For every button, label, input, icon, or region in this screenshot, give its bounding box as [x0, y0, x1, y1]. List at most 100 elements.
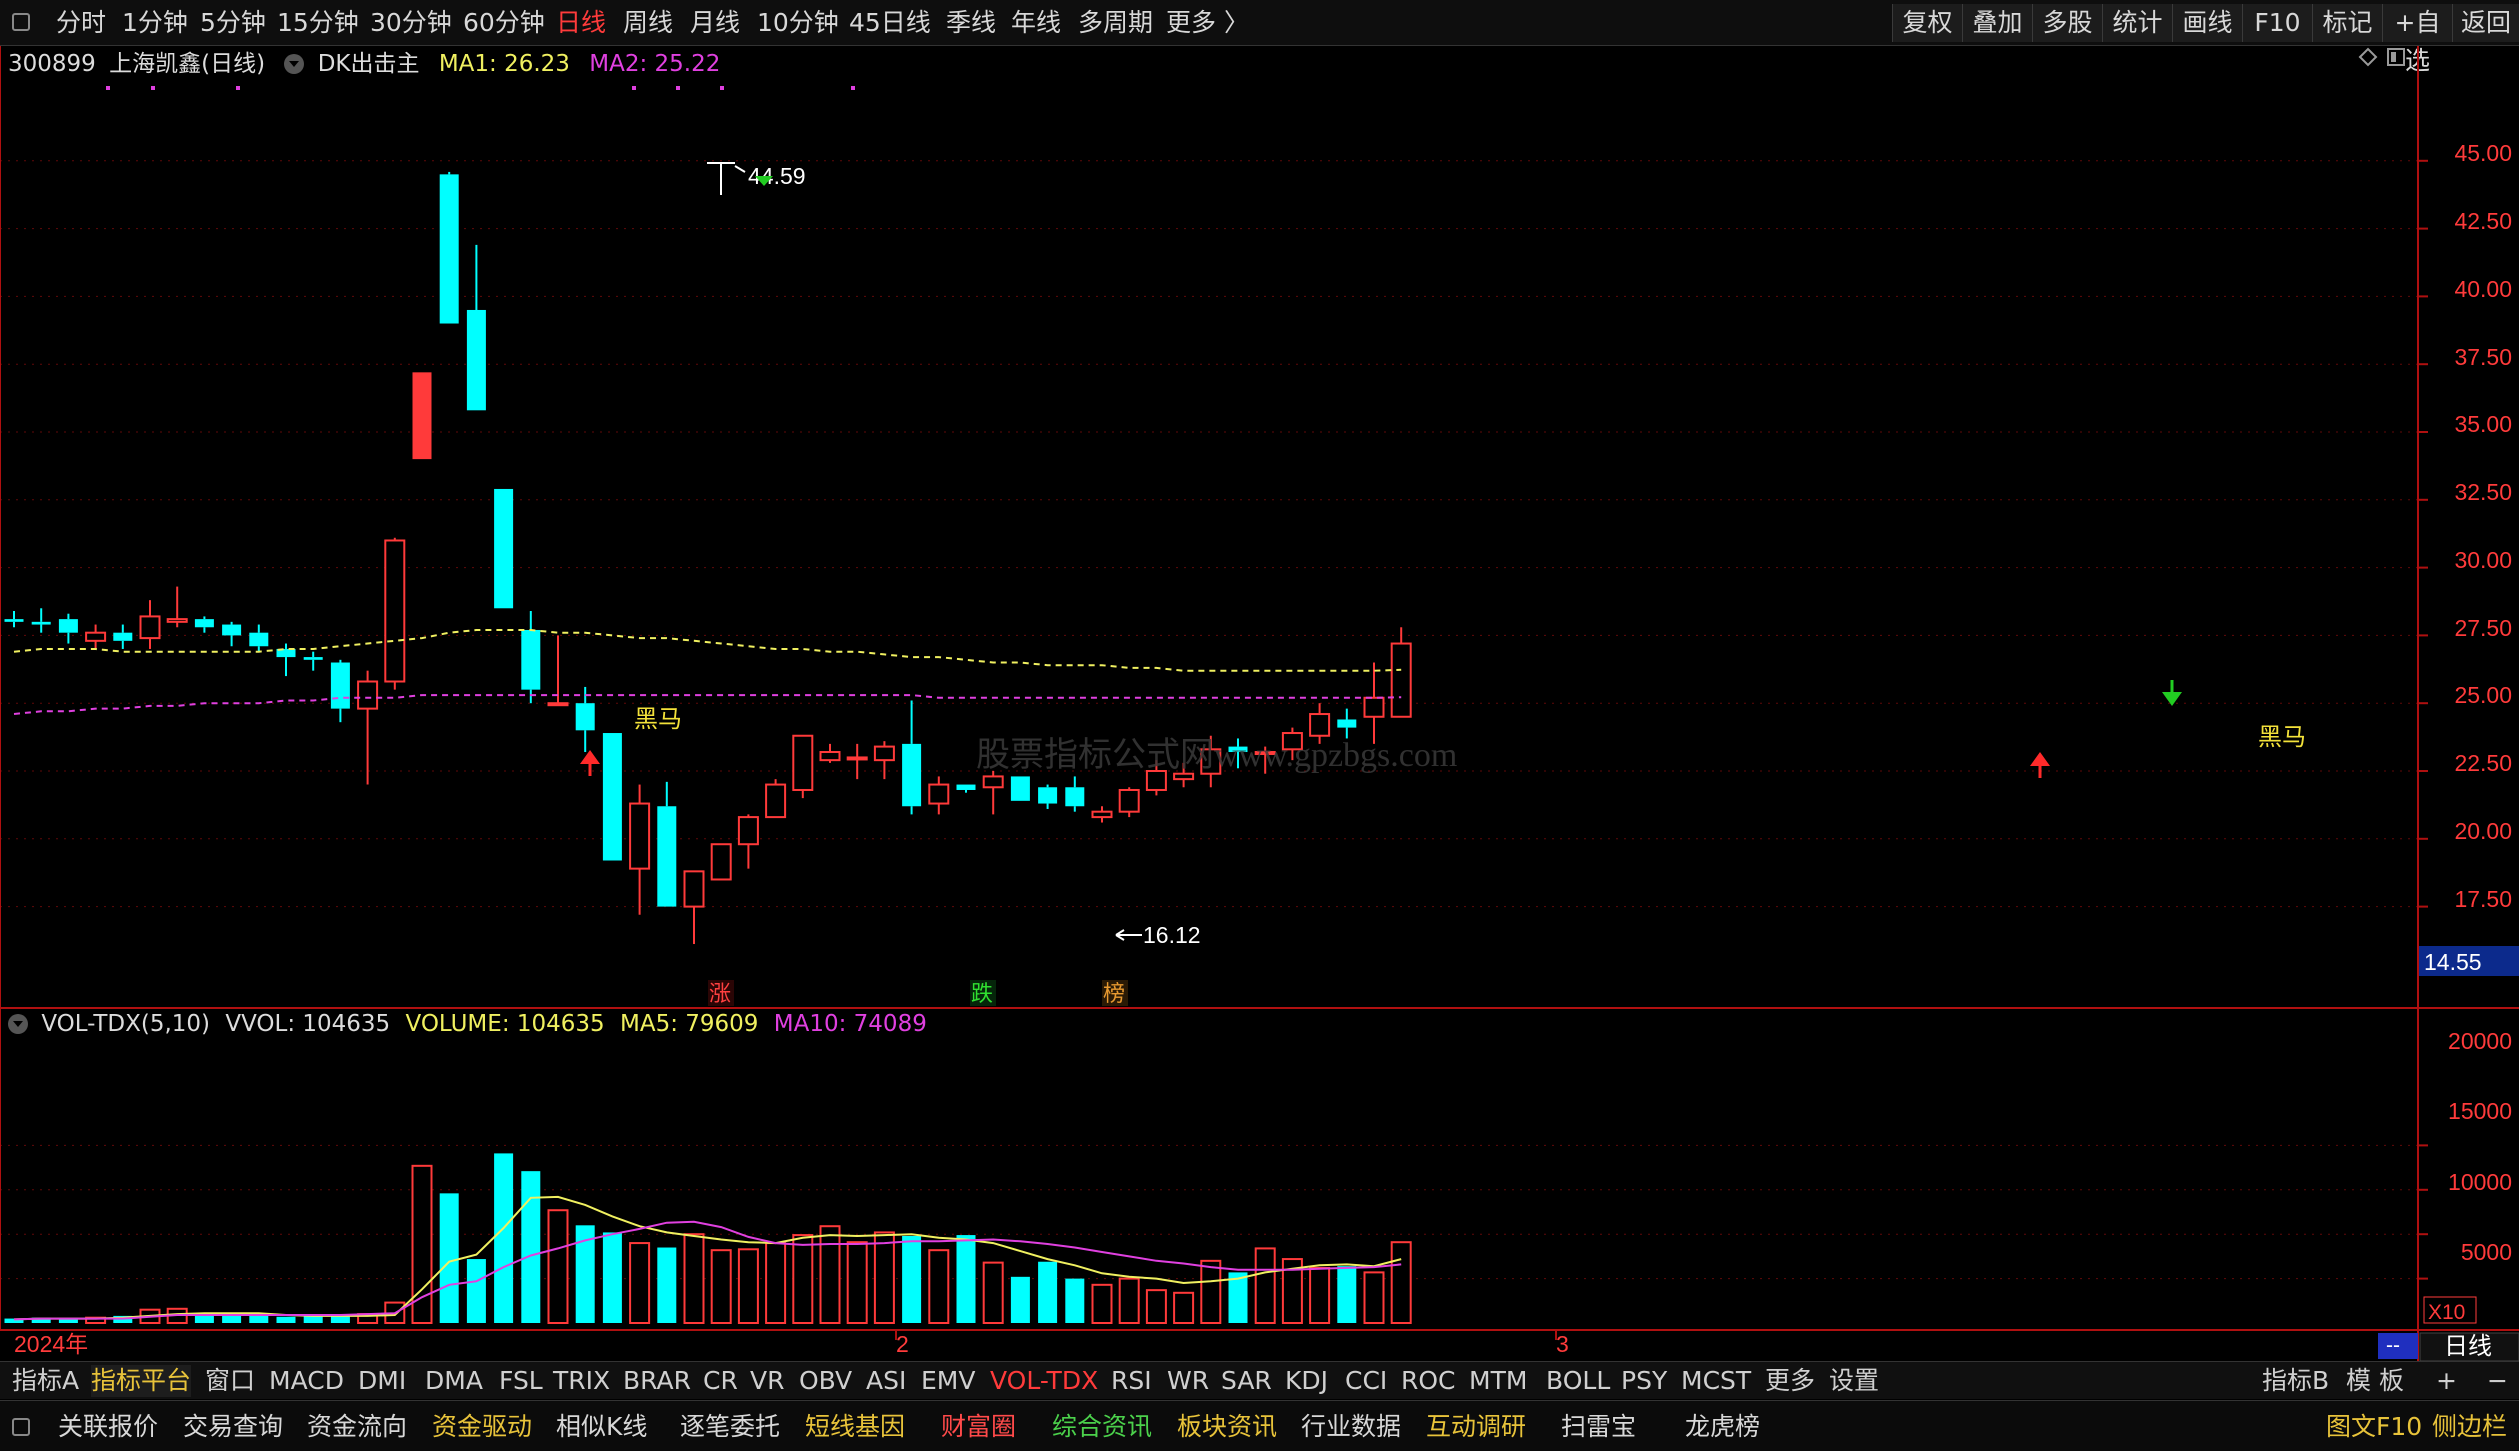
date-label-2024: 2024年 [14, 1331, 88, 1357]
tab-rsi[interactable]: RSI [1111, 1365, 1152, 1397]
tab-fund-drive[interactable]: 资金驱动 [432, 1410, 532, 1444]
tab-mcst[interactable]: MCST [1681, 1365, 1751, 1397]
tab-vr[interactable]: VR [750, 1365, 784, 1397]
date-label-feb: 2 [896, 1331, 909, 1357]
candle-body [792, 734, 814, 791]
candle-body [1337, 719, 1357, 728]
window-icon[interactable] [12, 1418, 30, 1436]
volume-bar [1145, 1289, 1167, 1325]
watermark: 股票指标公式网www.gpzbgs.com [976, 736, 1457, 774]
tab-wealth-circle[interactable]: 财富圈 [941, 1410, 1016, 1444]
blue-tag: -- [2386, 1334, 2400, 1357]
signal-dot [106, 86, 110, 90]
diamond-icon [2358, 47, 2378, 67]
volume-bar [303, 1315, 323, 1323]
signal-dots [106, 86, 855, 90]
tab-tick-orders[interactable]: 逐笔委托 [680, 1410, 780, 1444]
candle-body [846, 756, 868, 761]
tab-indicator-platform[interactable]: 指标平台 [91, 1365, 192, 1397]
volume-axis: 20000 15000 10000 5000 [2448, 1028, 2512, 1265]
tab-mtm[interactable]: MTM [1469, 1365, 1527, 1397]
tab-sector-news[interactable]: 板块资讯 [1177, 1410, 1277, 1444]
tab-dmi[interactable]: DMI [358, 1365, 406, 1397]
volume-value: VOLUME: 104635 [405, 1011, 605, 1037]
tab-dma[interactable]: DMA [425, 1365, 483, 1397]
sidebar-toggle[interactable]: 侧边栏 [2432, 1410, 2507, 1444]
volume-bar [276, 1316, 296, 1323]
price-tick: 17.50 [2454, 886, 2512, 912]
volume-bar [494, 1153, 514, 1323]
volume-tick: 20000 [2448, 1028, 2512, 1054]
candle-body [657, 806, 677, 907]
tab-emv[interactable]: EMV [921, 1365, 975, 1397]
candle-body [357, 680, 379, 710]
tab-vol-tdx[interactable]: VOL-TDX [990, 1365, 1098, 1397]
candle-body [1390, 642, 1412, 718]
indicator-toggle-icon[interactable] [284, 54, 305, 74]
price-indicator-name[interactable]: DK出击主 [318, 51, 420, 77]
indicator-toggle-icon[interactable] [8, 1014, 28, 1034]
tab-graphic-f10[interactable]: 图文F10 [2326, 1410, 2422, 1444]
tab-indicator-a[interactable]: 指标A [12, 1365, 79, 1397]
volume-bar [411, 1164, 433, 1324]
signal-label-heima-2: 黑马 [2258, 724, 2306, 751]
kline-chart[interactable]: 45.00 42.50 40.00 37.50 35.00 32.50 30.0… [0, 0, 2519, 1361]
tab-indicator-b[interactable]: 指标B [2262, 1365, 2329, 1397]
price-tick: 35.00 [2454, 411, 2512, 437]
low-label: 16.12 [1143, 922, 1201, 948]
add-panel-button[interactable]: + [2436, 1365, 2457, 1397]
price-tick: 42.50 [2454, 208, 2512, 234]
tab-similar-k[interactable]: 相似K线 [556, 1410, 647, 1444]
volume-tick: 5000 [2461, 1239, 2512, 1265]
tab-dragon-tiger[interactable]: 龙虎榜 [1685, 1410, 1760, 1444]
tab-general-news[interactable]: 综合资讯 [1052, 1410, 1152, 1444]
tab-cr[interactable]: CR [703, 1365, 738, 1397]
tab-sar[interactable]: SAR [1221, 1365, 1272, 1397]
remove-panel-button[interactable]: − [2487, 1365, 2508, 1397]
tab-mine-sweeper[interactable]: 扫雷宝 [1561, 1410, 1636, 1444]
candle-body [902, 743, 922, 807]
volume-bar [1200, 1259, 1222, 1324]
template-button[interactable]: 模 板 [2346, 1365, 2404, 1397]
tab-wr[interactable]: WR [1167, 1365, 1209, 1397]
tab-settings[interactable]: 设置 [1829, 1365, 1879, 1397]
volume-bar [1118, 1277, 1140, 1324]
candle-body [683, 870, 705, 908]
volume-bar [737, 1248, 759, 1325]
volume-bar [1363, 1271, 1385, 1325]
stock-period: (日线) [201, 51, 266, 77]
signal-dot [851, 86, 855, 90]
tab-trade-query[interactable]: 交易查询 [183, 1410, 283, 1444]
tab-fsl[interactable]: FSL [499, 1365, 543, 1397]
tab-interactive-research[interactable]: 互动调研 [1426, 1410, 1526, 1444]
tab-kdj[interactable]: KDJ [1285, 1365, 1328, 1397]
candle-body [521, 629, 541, 690]
tab-roc[interactable]: ROC [1401, 1365, 1456, 1397]
tab-related-quotes[interactable]: 关联报价 [58, 1410, 158, 1444]
tab-boll[interactable]: BOLL [1546, 1365, 1610, 1397]
price-tick: 32.50 [2454, 479, 2512, 505]
die-badge: 跌 [970, 980, 996, 1006]
candle-body [384, 539, 406, 683]
tab-fund-flow[interactable]: 资金流向 [307, 1410, 407, 1444]
candle-body [330, 662, 350, 709]
volume-indicator-name[interactable]: VOL-TDX(5,10) [41, 1011, 210, 1037]
tab-brar[interactable]: BRAR [623, 1365, 691, 1397]
bang-badge: 榜 [1102, 980, 1128, 1006]
tab-obv[interactable]: OBV [799, 1365, 852, 1397]
candles [4, 171, 1412, 945]
tab-window[interactable]: 窗口 [205, 1365, 255, 1397]
tab-cci[interactable]: CCI [1345, 1365, 1387, 1397]
volume-bar [956, 1235, 976, 1323]
candle-body [439, 174, 459, 324]
tab-psy[interactable]: PSY [1621, 1365, 1667, 1397]
tab-asi[interactable]: ASI [866, 1365, 906, 1397]
tab-short-gene[interactable]: 短线基因 [805, 1410, 905, 1444]
current-price-label: 14.55 [2424, 949, 2482, 975]
tab-macd[interactable]: MACD [269, 1365, 344, 1397]
tab-trix[interactable]: TRIX [553, 1365, 610, 1397]
volume-bar [547, 1209, 569, 1324]
tab-more[interactable]: 更多 [1765, 1365, 1815, 1397]
tab-industry-data[interactable]: 行业数据 [1301, 1410, 1401, 1444]
volume-bar [1038, 1261, 1058, 1323]
